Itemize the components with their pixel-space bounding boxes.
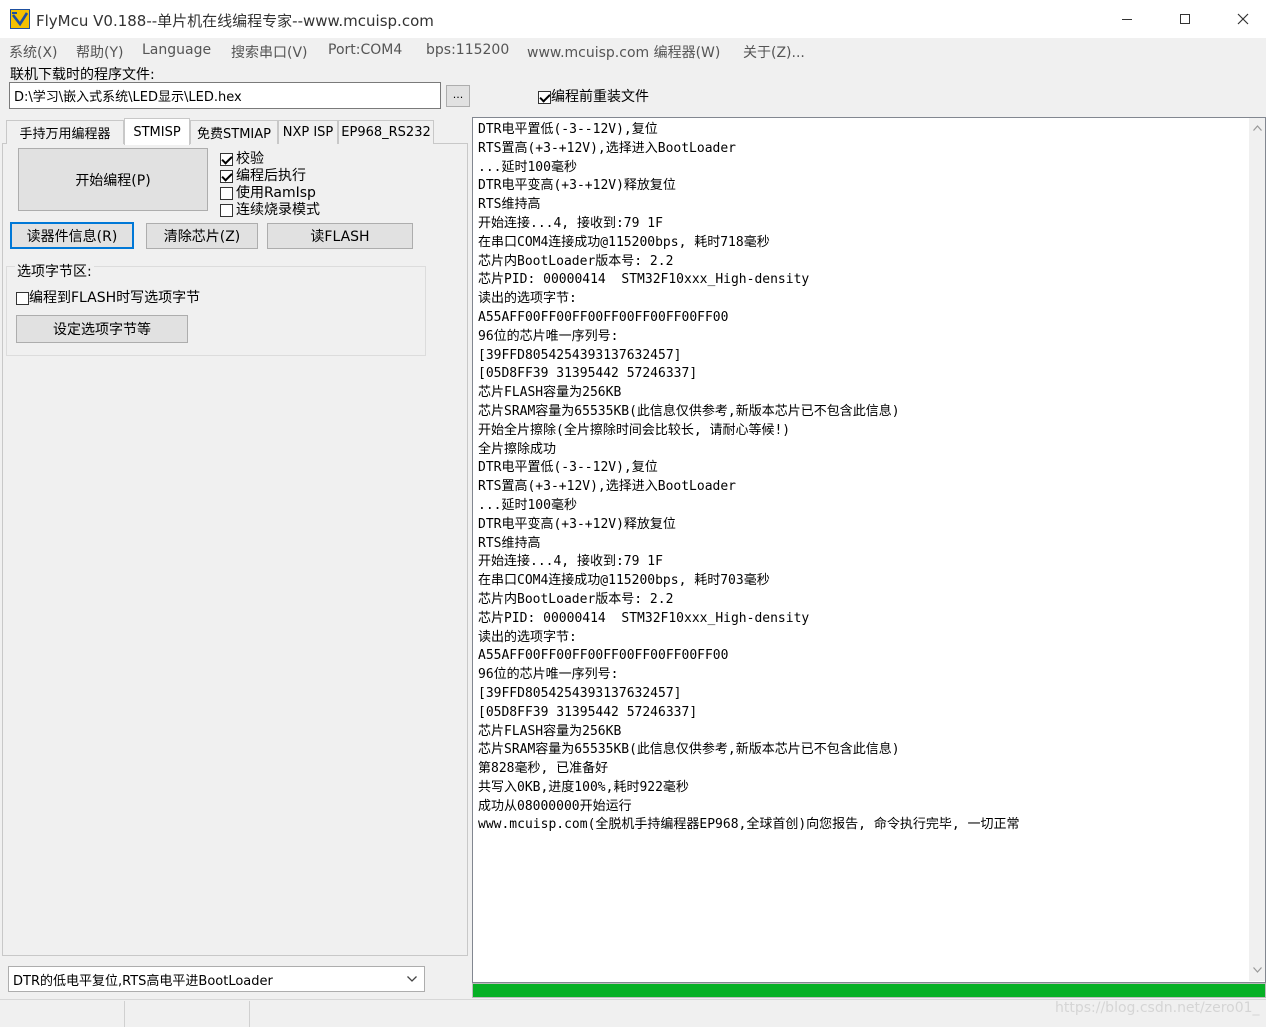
tab-handheld[interactable]: 手持万用编程器	[6, 120, 124, 144]
log-line: www.mcuisp.com(全脱机手持编程器EP968,全球首创)向您报告, …	[478, 817, 1020, 833]
reload-file-option[interactable]: 编程前重装文件	[538, 86, 649, 106]
menu-port[interactable]: Port:COM4	[328, 42, 402, 58]
write-option-bytes-option[interactable]: 编程到FLASH时写选项字节	[16, 287, 200, 307]
app-icon	[10, 9, 30, 29]
program-options: 校验 编程后执行 使用RamIsp 连续烧录模式	[216, 148, 416, 219]
log-line: 芯片SRAM容量为65535KB(此信息仅供参考,新版本芯片已不包含此信息)	[478, 742, 900, 758]
log-line: [39FFD8054254393137632457]	[478, 347, 682, 363]
menu-help[interactable]: 帮助(Y)	[76, 42, 123, 62]
option-bytes-title: 选项字节区:	[15, 261, 94, 281]
write-option-label: 编程到FLASH时写选项字节	[29, 290, 201, 306]
log-line: DTR电平置低(-3--12V),复位	[478, 460, 658, 476]
menu-programmer[interactable]: www.mcuisp.com 编程器(W)	[527, 42, 720, 62]
read-device-info-button[interactable]: 读器件信息(R)	[10, 222, 134, 249]
log-line: 开始连接...4, 接收到:79 1F	[478, 554, 663, 570]
log-line: 96位的芯片唯一序列号:	[478, 667, 619, 683]
close-icon	[1237, 13, 1249, 25]
log-line: DTR电平变高(+3-+12V)释放复位	[478, 178, 676, 194]
reload-label: 编程前重装文件	[551, 89, 649, 105]
log-line: DTR电平置低(-3--12V),复位	[478, 122, 658, 137]
continuous-label: 连续烧录模式	[236, 202, 320, 218]
tab-stmisp[interactable]: STMISP	[124, 118, 190, 145]
log-line: 读出的选项字节:	[478, 629, 577, 645]
log-line: RTS维持高	[478, 535, 541, 551]
log-line: A55AFF00FF00FF00FF00FF00FF00FF00	[478, 648, 729, 664]
log-line: 芯片SRAM容量为65535KB(此信息仅供参考,新版本芯片已不包含此信息)	[478, 403, 900, 419]
close-button[interactable]	[1214, 0, 1266, 38]
maximize-icon	[1180, 14, 1190, 24]
log-line: 开始全片擦除(全片擦除时间会比较长, 请耐心等候!)	[478, 422, 791, 438]
tab-ep968[interactable]: EP968_RS232	[338, 120, 434, 144]
log-line: 成功从08000000开始运行	[478, 798, 632, 814]
log-line: ...延时100毫秒	[478, 159, 577, 175]
log-line: 开始连接...4, 接收到:79 1F	[478, 215, 663, 231]
log-scrollbar[interactable]	[1249, 118, 1265, 981]
minimize-icon	[1122, 19, 1132, 20]
continuous-checkbox[interactable]	[220, 203, 233, 217]
menu-system[interactable]: 系统(X)	[9, 42, 58, 62]
log-line: 芯片FLASH容量为256KB	[478, 723, 622, 739]
progress-fill	[473, 984, 1265, 997]
status-divider	[249, 1001, 250, 1027]
menu-language[interactable]: Language	[142, 42, 211, 58]
file-path-input[interactable]	[9, 82, 441, 109]
log-line: RTS置高(+3-+12V),选择进入BootLoader	[478, 479, 737, 495]
scroll-up-icon[interactable]	[1249, 120, 1265, 136]
menu-about[interactable]: 关于(Z)...	[743, 42, 805, 62]
log-line: 芯片内BootLoader版本号: 2.2	[478, 253, 674, 269]
log-line: ...延时100毫秒	[478, 497, 577, 513]
log-output[interactable]: DTR电平置低(-3--12V),复位 RTS置高(+3-+12V),选择进入Bo…	[472, 117, 1266, 983]
log-line: [05D8FF39 31395442 57246337]	[478, 366, 698, 382]
menu-bps[interactable]: bps:115200	[426, 42, 509, 58]
log-line: 共写入0KB,进度100%,耗时922毫秒	[478, 779, 689, 795]
log-line: 芯片PID: 00000414 STM32F10xxx_High-density	[478, 272, 810, 288]
log-line: 全片擦除成功	[478, 441, 557, 457]
log-line: [39FFD8054254393137632457]	[478, 685, 682, 701]
start-programming-button[interactable]: 开始编程(P)	[18, 148, 208, 211]
write-option-checkbox[interactable]	[16, 291, 29, 305]
erase-chip-button[interactable]: 清除芯片(Z)	[146, 223, 258, 249]
dtr-mode-select[interactable]: DTR的低电平复位,RTS高电平进BootLoader	[8, 966, 425, 992]
scroll-down-icon[interactable]	[1249, 962, 1265, 978]
log-line: A55AFF00FF00FF00FF00FF00FF00FF00	[478, 309, 729, 325]
tab-stmiap[interactable]: 免费STMIAP	[190, 120, 278, 144]
log-line: DTR电平变高(+3-+12V)释放复位	[478, 516, 676, 532]
log-line: 读出的选项字节:	[478, 291, 577, 307]
log-line: 芯片FLASH容量为256KB	[478, 385, 622, 401]
log-line: 96位的芯片唯一序列号:	[478, 328, 619, 344]
log-line: 芯片PID: 00000414 STM32F10xxx_High-density	[478, 610, 810, 626]
log-lines: DTR电平置低(-3--12V),复位 RTS置高(+3-+12V),选择进入Bo…	[478, 121, 1020, 835]
log-line: [05D8FF39 31395442 57246337]	[478, 704, 698, 720]
log-line: RTS维持高	[478, 197, 541, 213]
ramisp-checkbox[interactable]	[220, 186, 233, 200]
continuous-option[interactable]: 连续烧录模式	[220, 199, 320, 219]
status-divider	[124, 1001, 125, 1027]
tab-strip: 手持万用编程器 STMISP 免费STMIAP NXP ISP EP968_RS…	[4, 118, 436, 145]
read-flash-button[interactable]: 读FLASH	[267, 223, 413, 249]
browse-button[interactable]: ...	[446, 85, 470, 107]
set-option-bytes-button[interactable]: 设定选项字节等	[16, 315, 188, 343]
tab-nxp-isp[interactable]: NXP ISP	[278, 120, 338, 144]
window-title: FlyMcu V0.188--单片机在线编程专家--www.mcuisp.com	[36, 12, 434, 30]
watermark: https://blog.csdn.net/zero01_	[1055, 1000, 1260, 1016]
log-line: 在串口COM4连接成功@115200bps, 耗时703毫秒	[478, 573, 770, 589]
reload-checkbox[interactable]	[538, 90, 551, 104]
log-line: 芯片内BootLoader版本号: 2.2	[478, 591, 674, 607]
log-line: 第828毫秒, 已准备好	[478, 761, 609, 777]
run-after-checkbox[interactable]	[220, 169, 233, 183]
menu-search-port[interactable]: 搜索串口(V)	[231, 42, 308, 62]
verify-checkbox[interactable]	[220, 152, 233, 166]
log-line: 在串口COM4连接成功@115200bps, 耗时718毫秒	[478, 234, 770, 250]
file-label: 联机下载时的程序文件:	[10, 67, 155, 83]
chevron-down-icon[interactable]	[400, 966, 424, 992]
minimize-button[interactable]	[1098, 0, 1156, 38]
log-line: RTS置高(+3-+12V),选择进入BootLoader	[478, 140, 737, 156]
maximize-button[interactable]	[1156, 0, 1214, 38]
